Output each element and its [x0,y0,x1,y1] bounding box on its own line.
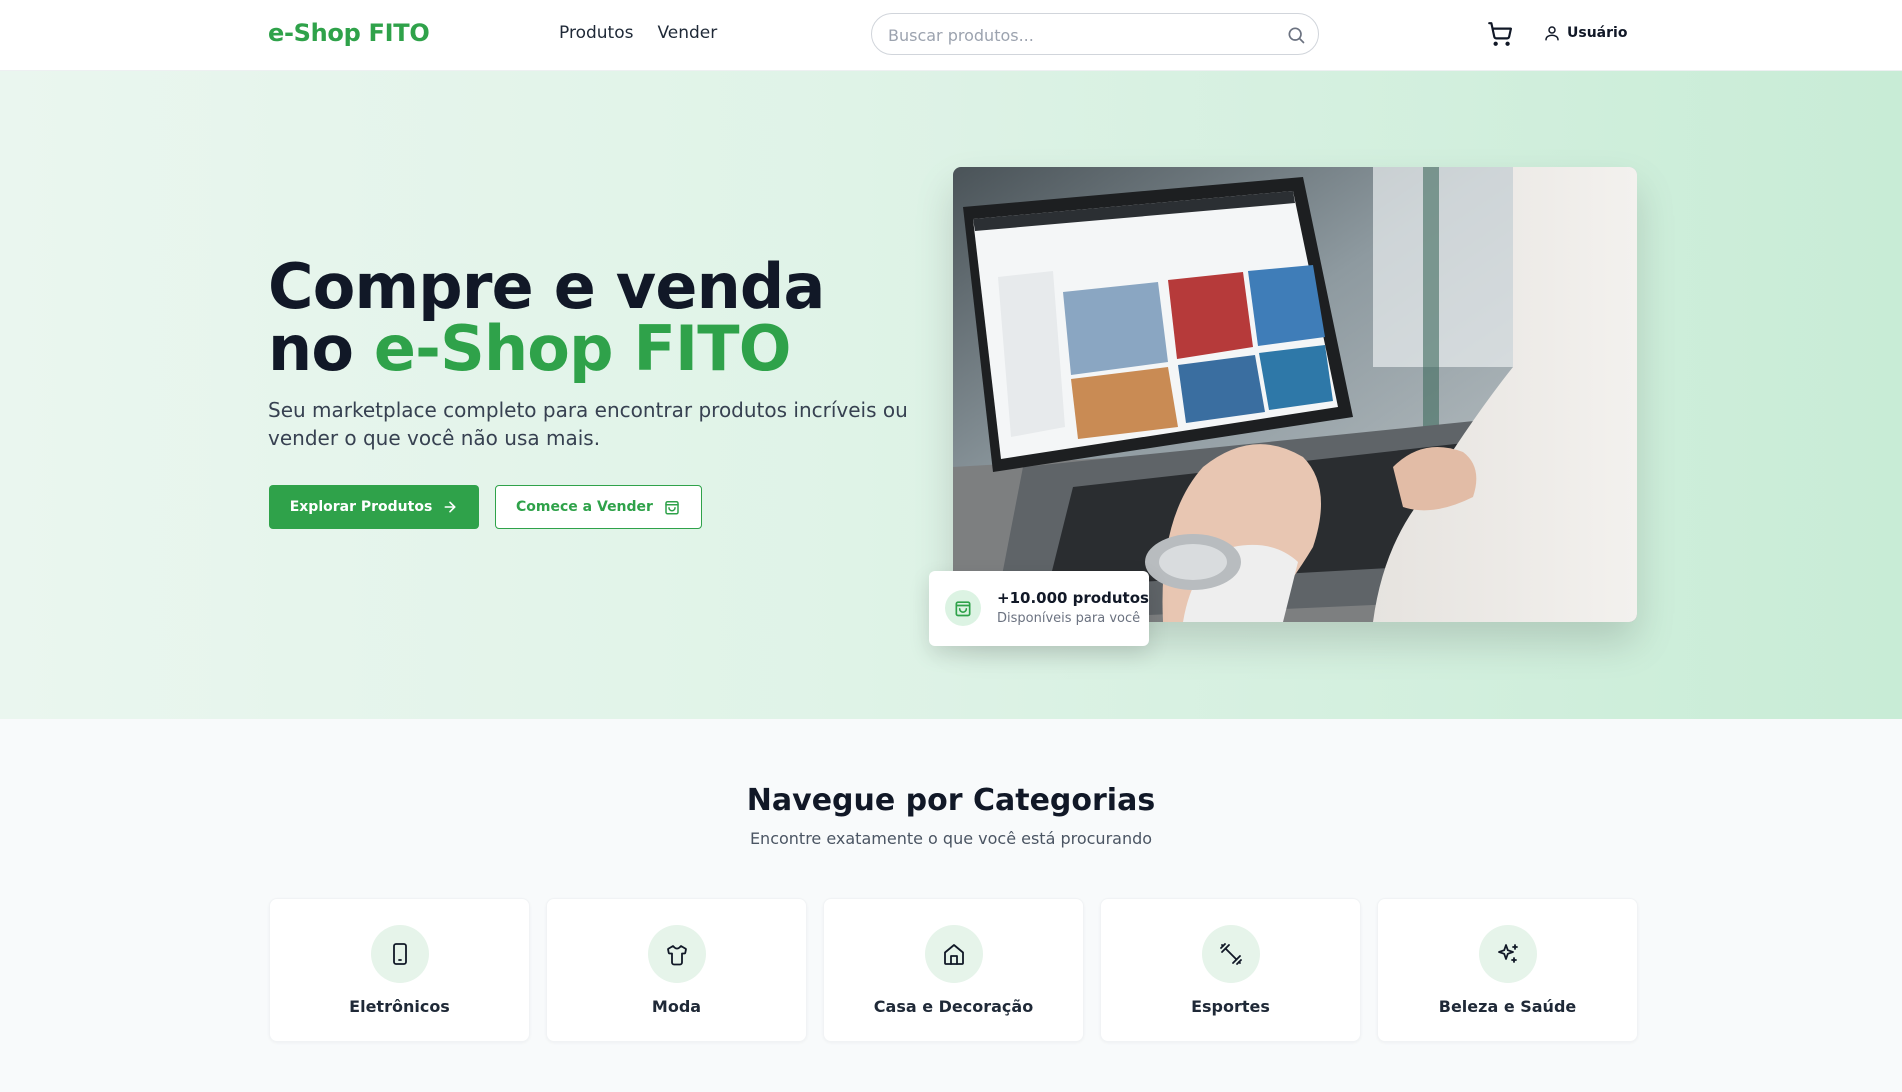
arrow-right-icon [444,501,456,513]
hero-image-laptop [953,167,1637,622]
category-card-esportes[interactable]: Esportes [1100,898,1361,1042]
home-icon [944,944,964,965]
category-icon-circle [925,925,983,983]
category-card-moda[interactable]: Moda [546,898,807,1042]
site-logo[interactable]: e-Shop FITO [268,19,430,47]
category-icon-circle [371,925,429,983]
explore-products-button[interactable]: Explorar Produtos [269,485,479,529]
nav-link-vender[interactable]: Vender [657,23,717,43]
stat-description: Disponíveis para você [997,611,1141,626]
dumbbell-icon [1220,943,1242,965]
category-icon-circle [1479,925,1537,983]
category-card-beleza-saude[interactable]: Beleza e Saúde [1377,898,1638,1042]
sparkles-icon [1498,944,1518,963]
hero-subtitle: Seu marketplace completo para encontrar … [268,398,908,450]
category-label: Casa e Decoração [873,997,1034,1016]
start-selling-button[interactable]: Comece a Vender [495,485,702,529]
category-card-eletronicos[interactable]: Eletrônicos [269,898,530,1042]
hero-title: Compre e venda no e-Shop FITO [268,256,928,380]
stat-title: +10.000 produtos [997,589,1149,607]
search-input[interactable] [888,23,1268,47]
category-icon-circle [1202,925,1260,983]
user-label: Usuário [1567,25,1628,41]
category-label: Beleza e Saúde [1438,997,1577,1016]
shopping-bag-icon [955,601,971,617]
categories-title: Navegue por Categorias [746,783,1156,818]
site-header: e-Shop FITO Produtos Vender Usuário [0,0,1902,71]
start-selling-label: Comece a Vender [516,499,653,515]
category-icon-circle [648,925,706,983]
categories-subtitle: Encontre exatamente o que você está proc… [749,829,1153,848]
hero-section: Compre e venda no e-Shop FITO Seu market… [0,71,1902,719]
category-label: Moda [651,997,702,1016]
search-bar [871,13,1319,55]
hero-title-accent: e-Shop FITO [373,312,792,385]
user-menu[interactable]: Usuário [1543,24,1627,42]
search-icon[interactable] [1286,25,1306,45]
explore-products-label: Explorar Produtos [289,499,433,515]
stat-icon-circle [945,590,981,626]
category-label: Eletrônicos [349,997,450,1016]
nav-link-produtos[interactable]: Produtos [559,23,633,43]
cart-icon[interactable] [1487,21,1513,47]
smartphone-icon [393,943,407,965]
user-icon [1545,26,1559,41]
category-label: Esportes [1191,997,1270,1016]
shirt-icon [667,945,687,966]
category-card-casa-decoracao[interactable]: Casa e Decoração [823,898,1084,1042]
shopping-bag-icon [665,501,679,515]
products-stat-card: +10.000 produtos Disponíveis para você [929,571,1149,646]
main-nav: Produtos Vender [559,23,717,43]
laptop-illustration [953,167,1637,622]
